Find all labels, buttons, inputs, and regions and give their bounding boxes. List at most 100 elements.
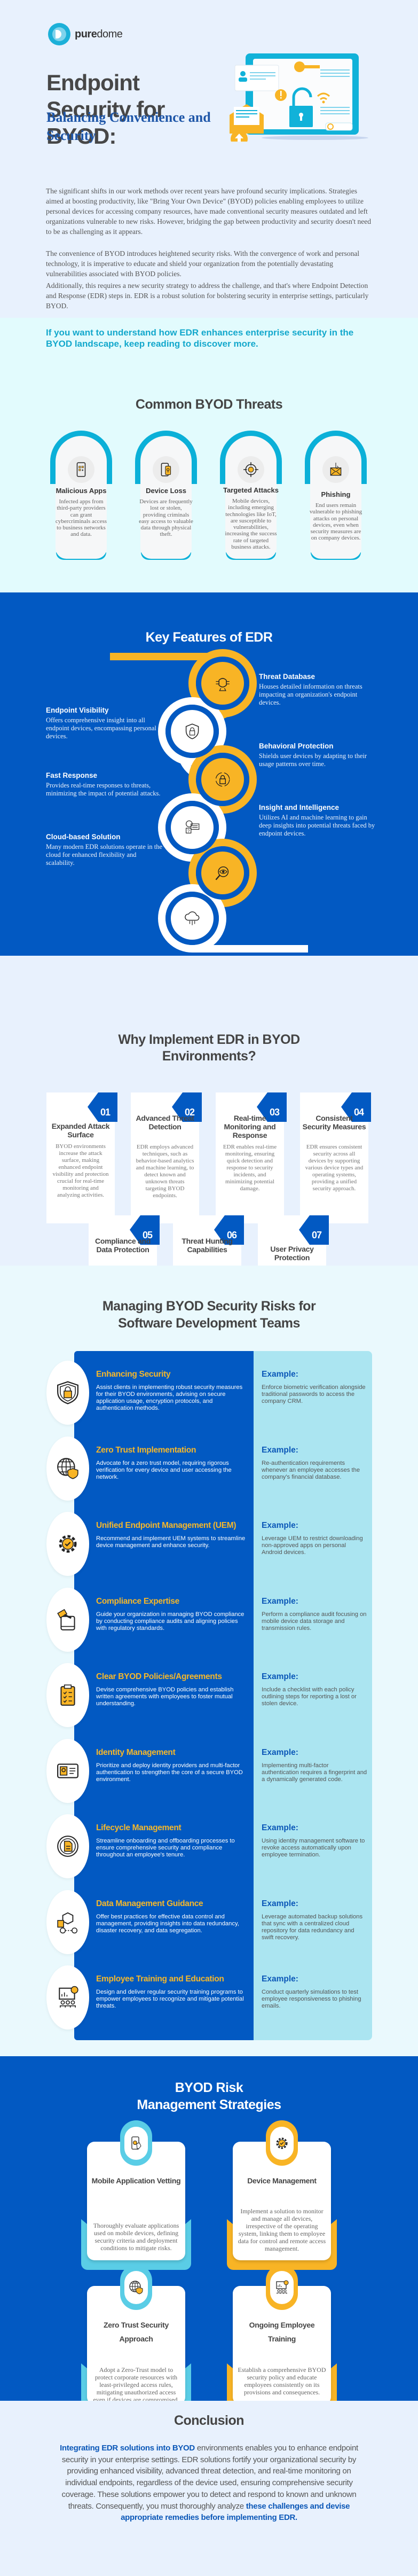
example-text: Perform a compliance audit focusing on m… [262, 1611, 367, 1632]
example-label: Example: [262, 1596, 298, 1606]
shield-padlock-icon [57, 1381, 78, 1404]
hero-section: puredome Endpoint Security for BYOD: Bal… [0, 0, 418, 422]
feature-title: Fast Response [46, 771, 98, 779]
feature-description: Houses detailed information on threats i… [259, 683, 362, 706]
why-description: EDR enables real-time monitoring, ensuri… [223, 1144, 277, 1192]
feature-icon-circle [201, 662, 244, 705]
example-text: Leverage UEM to restrict downloading non… [262, 1535, 363, 1556]
strategies-section: BYOD Risk Management Strategies Mobile Ap… [0, 2056, 418, 2414]
managing-section: Managing BYOD Security Risks for Software… [0, 1266, 418, 2056]
strategies-title: BYOD Risk Management Strategies [137, 2080, 281, 2112]
puredome-logo-icon [48, 23, 70, 45]
feature-item: Endpoint Visibility Offers comprehensive… [46, 706, 163, 740]
managing-row: Clear BYOD Policies/Agreements Devise co… [46, 1653, 372, 1738]
example-label: Example: [262, 1672, 298, 1681]
managing-title: Clear BYOD Policies/Agreements [96, 1672, 222, 1681]
strategy-title: Device Management [247, 2176, 317, 2185]
strategy-icon-badge [120, 2265, 152, 2310]
brand-logo[interactable]: puredome [48, 23, 123, 45]
managing-title: Managing BYOD Security Risks for Software… [102, 1299, 316, 1331]
feature-icon-circle [171, 897, 214, 940]
threat-icon-circle [153, 456, 179, 483]
cta-wrapper: If you want to understand how EDR enhanc… [0, 318, 418, 422]
managing-description: Guide your organization in managing BYOD… [96, 1611, 245, 1632]
feature-item: Threat Database Houses detailed informat… [259, 673, 376, 707]
why-description: EDR ensures consistent security across a… [305, 1144, 364, 1192]
managing-description: Streamline onboarding and offboarding pr… [96, 1838, 235, 1858]
threat-card: Phishing End users remain vulnerable to … [305, 431, 367, 560]
feature-description: Offers comprehensive insight into all en… [46, 716, 156, 740]
threat-card: Malicious Apps Infected apps from third-… [50, 431, 112, 560]
managing-icon-circle [46, 1587, 89, 1652]
threats-section: Malicious Apps Infected apps from third-… [0, 421, 418, 592]
managing-icon-circle [46, 1890, 89, 1954]
managing-description: Offer best practices for effective data … [96, 1913, 239, 1934]
example-label: Example: [262, 1370, 298, 1379]
example-label: Example: [262, 1899, 298, 1908]
feature-item: Fast Response Provides real-time respons… [46, 771, 163, 798]
conclusion-highlight-start[interactable]: Integrating EDR solutions into BYOD [60, 2444, 195, 2453]
managing-description: Devise comprehensive BYOD policies and e… [96, 1687, 234, 1707]
feature-description: Utilizes AI and machine learning to gain… [259, 814, 375, 837]
threat-card: Device Loss Devices are frequently lost … [135, 431, 197, 560]
example-label: Example: [262, 1747, 298, 1757]
data-flow-icon [57, 1912, 78, 1933]
managing-description: Prioritize and deploy identity providers… [96, 1762, 243, 1783]
threat-title: Malicious Apps [56, 487, 107, 495]
feature-description: Provides real-time responses to threats,… [46, 782, 161, 797]
managing-row: Identity Management Prioritize and deplo… [46, 1729, 372, 1814]
phone-tap-icon [131, 2136, 141, 2150]
feature-icon-circle [201, 852, 244, 894]
threat-description: Mobile devices, including emerging techn… [225, 498, 277, 551]
malicious-app-phone-icon [76, 462, 86, 477]
threat-icon-circle [238, 456, 264, 483]
managing-icon-circle [46, 1512, 89, 1576]
id-card-icon [57, 1763, 78, 1778]
why-title: Threat Hunting Capabilities [182, 1237, 233, 1254]
strategy-title: Ongoing Employee Training [249, 2321, 315, 2343]
features-title: Key Features of EDR [145, 630, 273, 645]
strategy-description: Implement a solution to monitor and mana… [238, 2207, 326, 2252]
feature-title: Behavioral Protection [259, 742, 334, 750]
why-title: Compliance and Data Protection [95, 1237, 151, 1254]
threat-title: Device Loss [146, 487, 186, 495]
managing-row: Lifecycle Management Streamline onboardi… [46, 1805, 372, 1889]
managing-icon-circle [46, 1663, 89, 1727]
managing-icon-circle [46, 1965, 89, 2029]
gear-check-icon [276, 2137, 288, 2149]
threat-description: End users remain vulnerable to phishing … [309, 502, 362, 542]
training-board-icon [59, 1986, 78, 2008]
managing-row: Employee Training and Education Design a… [46, 1956, 372, 2040]
features-section: ? Key Features of EDR Threat Database Ho… [0, 592, 418, 956]
gavel-book-icon [57, 1609, 75, 1630]
why-title: Why Implement EDR in BYOD Environments? [118, 1032, 300, 1064]
strategy-description: Adopt a Zero-Trust model to protect corp… [93, 2366, 179, 2403]
why-number: 07 [311, 1230, 322, 1240]
strategy-description: Establish a comprehensive BYOD security … [238, 2366, 326, 2396]
brand-name: puredome [75, 28, 123, 40]
conclusion-section: Conclusion Integrating EDR solutions int… [0, 2401, 418, 2575]
managing-row: Enhancing Security Assist clients in imp… [46, 1351, 372, 1435]
threat-description: Devices are frequently lost or stolen, p… [139, 498, 193, 538]
globe-shield-icon [57, 1457, 78, 1479]
managing-title: Identity Management [96, 1747, 176, 1757]
managing-icon-circle [46, 1436, 89, 1501]
threat-card-body [56, 436, 107, 559]
phishing-email-icon [330, 463, 342, 476]
managing-title: Employee Training and Education [96, 1974, 224, 1984]
globe-shield-icon [129, 2280, 143, 2294]
managing-icon-circle [46, 1361, 89, 1425]
example-label: Example: [262, 1823, 298, 1832]
page-subtitle: Balancing Convenience and Security [46, 110, 211, 143]
example-text: Include a checklist with each policy out… [262, 1687, 357, 1707]
managing-description: Design and deliver regular security trai… [96, 1989, 244, 2009]
example-text: Enforce biometric verification alongside… [262, 1384, 366, 1404]
managing-title: Enhancing Security [96, 1370, 171, 1379]
example-text: Implementing multi-factor authentication… [262, 1762, 367, 1783]
device-loss-icon [161, 463, 171, 477]
managing-title: Compliance Expertise [96, 1596, 179, 1606]
why-description: EDR employs advanced techniques, such as… [136, 1144, 194, 1199]
svg-text:?: ? [187, 829, 190, 833]
threat-icon-circle [68, 456, 94, 483]
managing-title: Unified Endpoint Management (UEM) [96, 1521, 236, 1530]
